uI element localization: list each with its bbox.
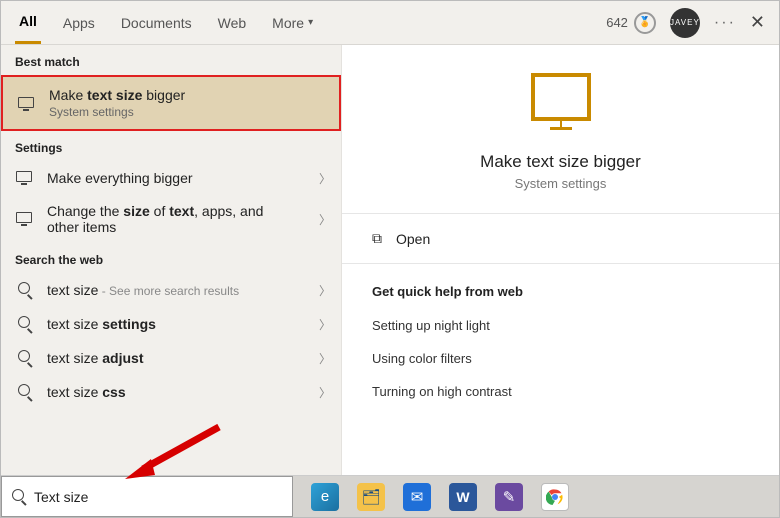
result-setting-make-everything-bigger[interactable]: Make everything bigger 〉 <box>1 161 341 195</box>
search-icon <box>15 383 33 401</box>
rewards-points[interactable]: 642 🏅 <box>606 12 656 34</box>
details-panel: Make text size bigger System settings ⧉ … <box>341 45 779 477</box>
web-result-text-size-css[interactable]: text size css 〉 <box>1 375 341 409</box>
result-setting-change-size[interactable]: Change the size of text, apps, and other… <box>1 195 341 243</box>
chevron-right-icon: 〉 <box>319 170 331 187</box>
monitor-icon <box>15 169 33 187</box>
taskbar-feather-icon[interactable]: ✎ <box>495 483 523 511</box>
tab-web[interactable]: Web <box>214 1 251 44</box>
group-settings: Settings <box>1 131 341 161</box>
result-title: Make text size bigger <box>49 87 185 103</box>
search-icon <box>12 488 24 506</box>
chevron-right-icon: 〉 <box>319 350 331 367</box>
result-best-match[interactable]: Make text size bigger System settings <box>1 75 341 131</box>
rewards-medal-icon: 🏅 <box>634 12 656 34</box>
web-result-text-size-settings[interactable]: text size settings 〉 <box>1 307 341 341</box>
chevron-right-icon: 〉 <box>319 384 331 401</box>
quick-help-heading: Get quick help from web <box>342 264 779 309</box>
open-icon: ⧉ <box>372 230 382 247</box>
monitor-icon <box>15 210 33 228</box>
taskbar-file-explorer-icon[interactable]: 🗂 <box>357 483 385 511</box>
close-button[interactable]: ✕ <box>750 12 765 33</box>
monitor-large-icon <box>531 73 591 130</box>
chevron-down-icon: ▾ <box>308 17 313 28</box>
chevron-right-icon: 〉 <box>319 282 331 299</box>
taskbar-word-icon[interactable]: W <box>449 483 477 511</box>
details-title: Make text size bigger <box>480 152 641 172</box>
monitor-icon <box>17 95 35 111</box>
search-icon <box>15 315 33 333</box>
chevron-right-icon: 〉 <box>319 316 331 333</box>
taskbar-mail-icon[interactable]: ✉ <box>403 483 431 511</box>
group-best-match: Best match <box>1 45 341 75</box>
taskbar-edge-icon[interactable]: e <box>311 483 339 511</box>
overflow-menu[interactable]: ··· <box>714 14 736 32</box>
open-action[interactable]: ⧉ Open <box>342 214 779 263</box>
chevron-right-icon: 〉 <box>319 211 331 228</box>
web-result-text-size-adjust[interactable]: text size adjust 〉 <box>1 341 341 375</box>
result-title: Change the size of text, apps, and other… <box>47 203 287 235</box>
search-icon <box>15 349 33 367</box>
results-panel: Best match Make text size bigger System … <box>1 45 341 477</box>
search-input[interactable] <box>34 489 282 505</box>
tab-all[interactable]: All <box>15 1 41 44</box>
tabs-bar: All Apps Documents Web More▾ 642 🏅 JAVEY… <box>1 1 779 45</box>
search-box[interactable] <box>1 476 293 517</box>
user-avatar[interactable]: JAVEY <box>670 8 700 38</box>
tab-documents[interactable]: Documents <box>117 1 196 44</box>
details-subtitle: System settings <box>515 176 607 191</box>
web-result-text-size[interactable]: text size - See more search results 〉 <box>1 273 341 307</box>
tab-apps[interactable]: Apps <box>59 1 99 44</box>
result-subtitle: System settings <box>49 105 185 119</box>
taskbar: e 🗂 ✉ W ✎ <box>293 476 779 517</box>
quick-help-color-filters[interactable]: Using color filters <box>342 342 779 375</box>
tab-more[interactable]: More▾ <box>268 1 317 44</box>
quick-help-high-contrast[interactable]: Turning on high contrast <box>342 375 779 408</box>
quick-help-night-light[interactable]: Setting up night light <box>342 309 779 342</box>
taskbar-chrome-icon[interactable] <box>541 483 569 511</box>
group-search-web: Search the web <box>1 243 341 273</box>
search-icon <box>15 281 33 299</box>
